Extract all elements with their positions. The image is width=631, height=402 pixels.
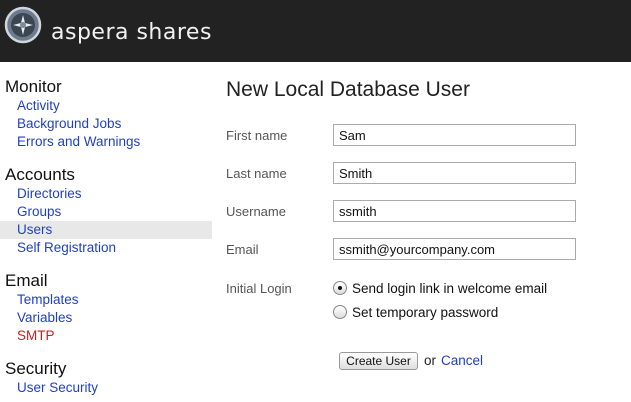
cancel-link[interactable]: Cancel bbox=[441, 353, 483, 368]
sidebar-section-security: Security bbox=[5, 359, 67, 378]
sidebar-item-activity[interactable]: Activity bbox=[0, 97, 212, 115]
aspera-logo-icon bbox=[4, 6, 42, 44]
radio-option-label: Set temporary password bbox=[352, 304, 499, 320]
app-header: aspera shares bbox=[0, 0, 631, 62]
sidebar-item-variables[interactable]: Variables bbox=[0, 309, 212, 327]
first-name-label: First name bbox=[226, 128, 288, 143]
sidebar-section-email: Email bbox=[5, 271, 48, 290]
sidebar-item-users[interactable]: Users bbox=[0, 221, 212, 239]
email-label: Email bbox=[226, 242, 259, 257]
create-user-button[interactable]: Create User bbox=[339, 352, 418, 370]
page-title: New Local Database User bbox=[226, 78, 470, 101]
app-brand: aspera shares bbox=[51, 20, 212, 45]
or-separator: or bbox=[424, 353, 437, 368]
sidebar-item-self-registration[interactable]: Self Registration bbox=[0, 239, 212, 257]
sidebar-section-accounts: Accounts bbox=[5, 165, 75, 184]
last-name-input[interactable] bbox=[333, 162, 576, 184]
radio-unchecked-icon[interactable] bbox=[333, 305, 347, 319]
initial-login-label: Initial Login bbox=[226, 281, 292, 296]
last-name-label: Last name bbox=[226, 166, 287, 181]
username-input[interactable] bbox=[333, 200, 576, 222]
sidebar-item-errors-and-warnings[interactable]: Errors and Warnings bbox=[0, 133, 212, 151]
radio-option-send-login-link[interactable]: Send login link in welcome email bbox=[333, 279, 547, 297]
radio-checked-icon[interactable] bbox=[333, 281, 347, 295]
sidebar-section-monitor: Monitor bbox=[5, 77, 62, 96]
sidebar-item-smtp[interactable]: SMTP bbox=[0, 327, 212, 345]
first-name-input[interactable] bbox=[333, 124, 576, 146]
sidebar-item-user-security[interactable]: User Security bbox=[0, 379, 212, 397]
email-input[interactable] bbox=[333, 238, 576, 260]
username-label: Username bbox=[226, 204, 286, 219]
sidebar-item-directories[interactable]: Directories bbox=[0, 185, 212, 203]
sidebar-item-groups[interactable]: Groups bbox=[0, 203, 212, 221]
sidebar-item-templates[interactable]: Templates bbox=[0, 291, 212, 309]
radio-option-temporary-password[interactable]: Set temporary password bbox=[333, 303, 498, 321]
sidebar-item-background-jobs[interactable]: Background Jobs bbox=[0, 115, 212, 133]
radio-option-label: Send login link in welcome email bbox=[352, 280, 548, 296]
